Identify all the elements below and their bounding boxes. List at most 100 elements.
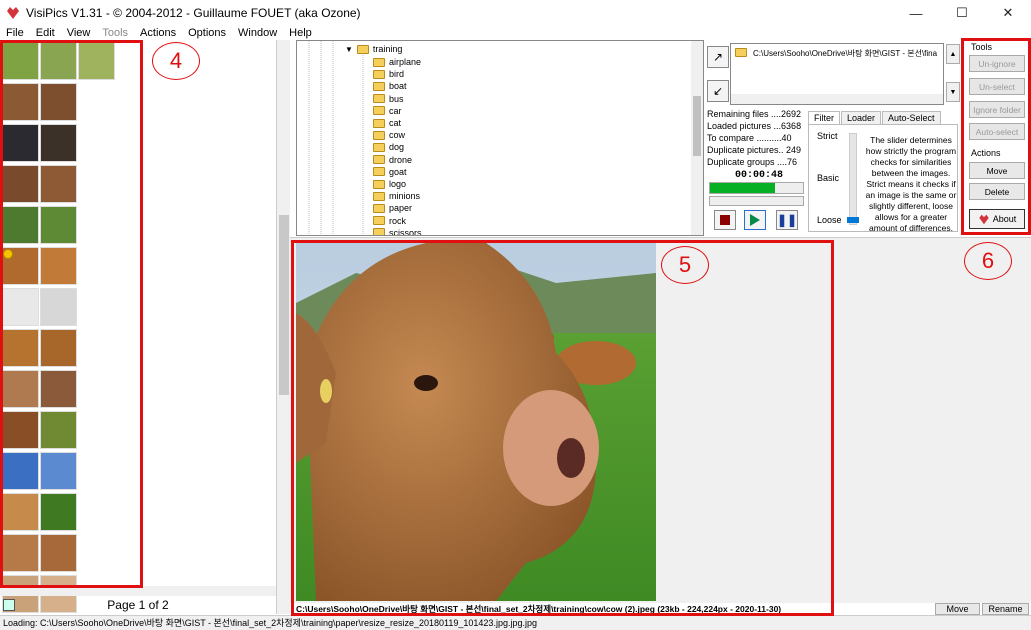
- stop-button[interactable]: [714, 210, 736, 230]
- strictness-slider[interactable]: [849, 133, 857, 225]
- thumbnail-image[interactable]: [2, 452, 39, 490]
- about-button[interactable]: About: [969, 209, 1025, 229]
- tree-item-boat[interactable]: boat: [373, 80, 407, 92]
- pause-button[interactable]: ❚❚: [776, 210, 798, 230]
- auto-select-button[interactable]: Auto-select: [969, 123, 1025, 140]
- folder-icon: [373, 130, 385, 140]
- tree-item-goat[interactable]: goat: [373, 166, 407, 178]
- tab-auto-select[interactable]: Auto-Select: [882, 111, 941, 124]
- tree-item-minions[interactable]: minions: [373, 190, 420, 202]
- tree-item-rock[interactable]: rock: [373, 215, 406, 227]
- thumbnail-horizontal-scrollbar[interactable]: [0, 586, 276, 596]
- tree-item-drone[interactable]: drone: [373, 154, 412, 166]
- folder-icon: [356, 44, 369, 54]
- tree-scrollbar-thumb[interactable]: [693, 96, 701, 156]
- tree-root-label: training: [372, 44, 403, 54]
- thumbnail-image[interactable]: [40, 370, 77, 408]
- strictness-slider-thumb[interactable]: [847, 217, 859, 223]
- thumbnail-image[interactable]: [40, 83, 77, 121]
- menu-actions[interactable]: Actions: [134, 27, 182, 39]
- thumbnail-group: [2, 124, 142, 164]
- path-list[interactable]: C:\Users\Sooho\OneDrive\바탕 화면\GIST - 본선\…: [730, 43, 944, 105]
- ignore-folder-button[interactable]: Ignore folder: [969, 101, 1025, 118]
- annotation-label-4: 4: [152, 42, 200, 80]
- menu-view[interactable]: View: [61, 27, 97, 39]
- preview-rename-button[interactable]: Rename: [982, 603, 1029, 615]
- path-horizontal-scrollbar[interactable]: [731, 94, 943, 104]
- tree-item-label: rock: [389, 215, 407, 226]
- close-button[interactable]: ✕: [985, 0, 1031, 26]
- preview-move-button[interactable]: Move: [935, 603, 980, 615]
- tree-scrollbar[interactable]: [691, 41, 703, 235]
- thumbnail-image[interactable]: [2, 165, 39, 203]
- menu-edit[interactable]: Edit: [30, 27, 61, 39]
- thumbnail-image[interactable]: [40, 124, 77, 162]
- thumbnail-image[interactable]: [40, 42, 77, 80]
- thumbnail-image[interactable]: [40, 411, 77, 449]
- menu-file[interactable]: File: [0, 27, 30, 39]
- thumbnail-image[interactable]: [40, 165, 77, 203]
- thumbnail-image[interactable]: [2, 42, 39, 80]
- tree-item-logo[interactable]: logo: [373, 178, 406, 190]
- thumbnail-image[interactable]: [2, 83, 39, 121]
- thumbnail-image[interactable]: [40, 452, 77, 490]
- thumbnail-image[interactable]: [78, 42, 115, 80]
- tree-item-cow[interactable]: cow: [373, 129, 405, 141]
- path-down-button[interactable]: ▼: [946, 82, 960, 102]
- unselect-button[interactable]: Un-select: [969, 78, 1025, 95]
- tree-item-paper[interactable]: paper: [373, 202, 412, 214]
- tree-item-bird[interactable]: bird: [373, 68, 404, 80]
- tools-panel: Tools Un-ignore Un-select Ignore folder …: [963, 40, 1029, 235]
- tab-loader[interactable]: Loader: [841, 111, 882, 124]
- import-arrow-button[interactable]: ↙: [707, 80, 729, 102]
- maximize-button[interactable]: ☐: [939, 0, 985, 26]
- menu-window[interactable]: Window: [232, 27, 283, 39]
- thumbnail-image[interactable]: [40, 493, 77, 531]
- tree-item-bus[interactable]: bus: [373, 93, 404, 105]
- thumbnail-group: [2, 206, 142, 246]
- menu-tools[interactable]: Tools: [96, 27, 134, 39]
- thumbnail-image[interactable]: [2, 288, 39, 326]
- thumbnail-image[interactable]: [40, 534, 77, 572]
- thumbnail-image[interactable]: [2, 329, 39, 367]
- thumbnail-image[interactable]: [40, 206, 77, 244]
- tree-item-label: paper: [389, 203, 413, 214]
- cow-picture: [296, 243, 656, 601]
- thumbnail-image[interactable]: [40, 288, 77, 326]
- scrollbar-thumb[interactable]: [279, 215, 289, 395]
- minimize-button[interactable]: —: [893, 0, 939, 26]
- play-button[interactable]: [744, 210, 766, 230]
- tree-item-scissors[interactable]: scissors: [373, 227, 422, 235]
- selection-marker[interactable]: [3, 249, 13, 259]
- tree-root-training[interactable]: ▼ training: [345, 43, 402, 55]
- menu-options[interactable]: Options: [182, 27, 232, 39]
- vertical-scrollbar[interactable]: [276, 40, 290, 614]
- export-arrow-button[interactable]: ↗: [707, 46, 729, 68]
- thumbnail-image[interactable]: [2, 411, 39, 449]
- delete-button[interactable]: Delete: [969, 183, 1025, 200]
- secondary-progress-bar: [709, 196, 804, 206]
- path-up-button[interactable]: ▲: [946, 44, 960, 64]
- thumbnail-image[interactable]: [40, 329, 77, 367]
- thumbnail-image[interactable]: [2, 534, 39, 572]
- actions-group-label: Actions: [971, 148, 1001, 158]
- thumbnail-image[interactable]: [2, 370, 39, 408]
- chevron-down-icon[interactable]: ▼: [345, 45, 353, 54]
- tree-item-label: cat: [389, 118, 402, 128]
- thumbnail-image[interactable]: [2, 206, 39, 244]
- tree-item-dog[interactable]: dog: [373, 141, 404, 153]
- tab-filter[interactable]: Filter: [808, 111, 840, 124]
- thumbnail-image[interactable]: [2, 124, 39, 162]
- thumbnail-image[interactable]: [40, 247, 77, 285]
- thumbnail-image[interactable]: [2, 493, 39, 531]
- arrow-down-left-icon: ↙: [712, 84, 724, 98]
- unignore-button[interactable]: Un-ignore: [969, 55, 1025, 72]
- thumbnail-group: [2, 42, 142, 82]
- tree-item-car[interactable]: car: [373, 105, 402, 117]
- tree-item-airplane[interactable]: airplane: [373, 56, 421, 68]
- path-entry[interactable]: C:\Users\Sooho\OneDrive\바탕 화면\GIST - 본선\…: [753, 48, 937, 59]
- move-button[interactable]: Move: [969, 162, 1025, 179]
- tree-item-cat[interactable]: cat: [373, 117, 401, 129]
- pause-icon: ❚❚: [776, 213, 798, 227]
- menu-help[interactable]: Help: [283, 27, 318, 39]
